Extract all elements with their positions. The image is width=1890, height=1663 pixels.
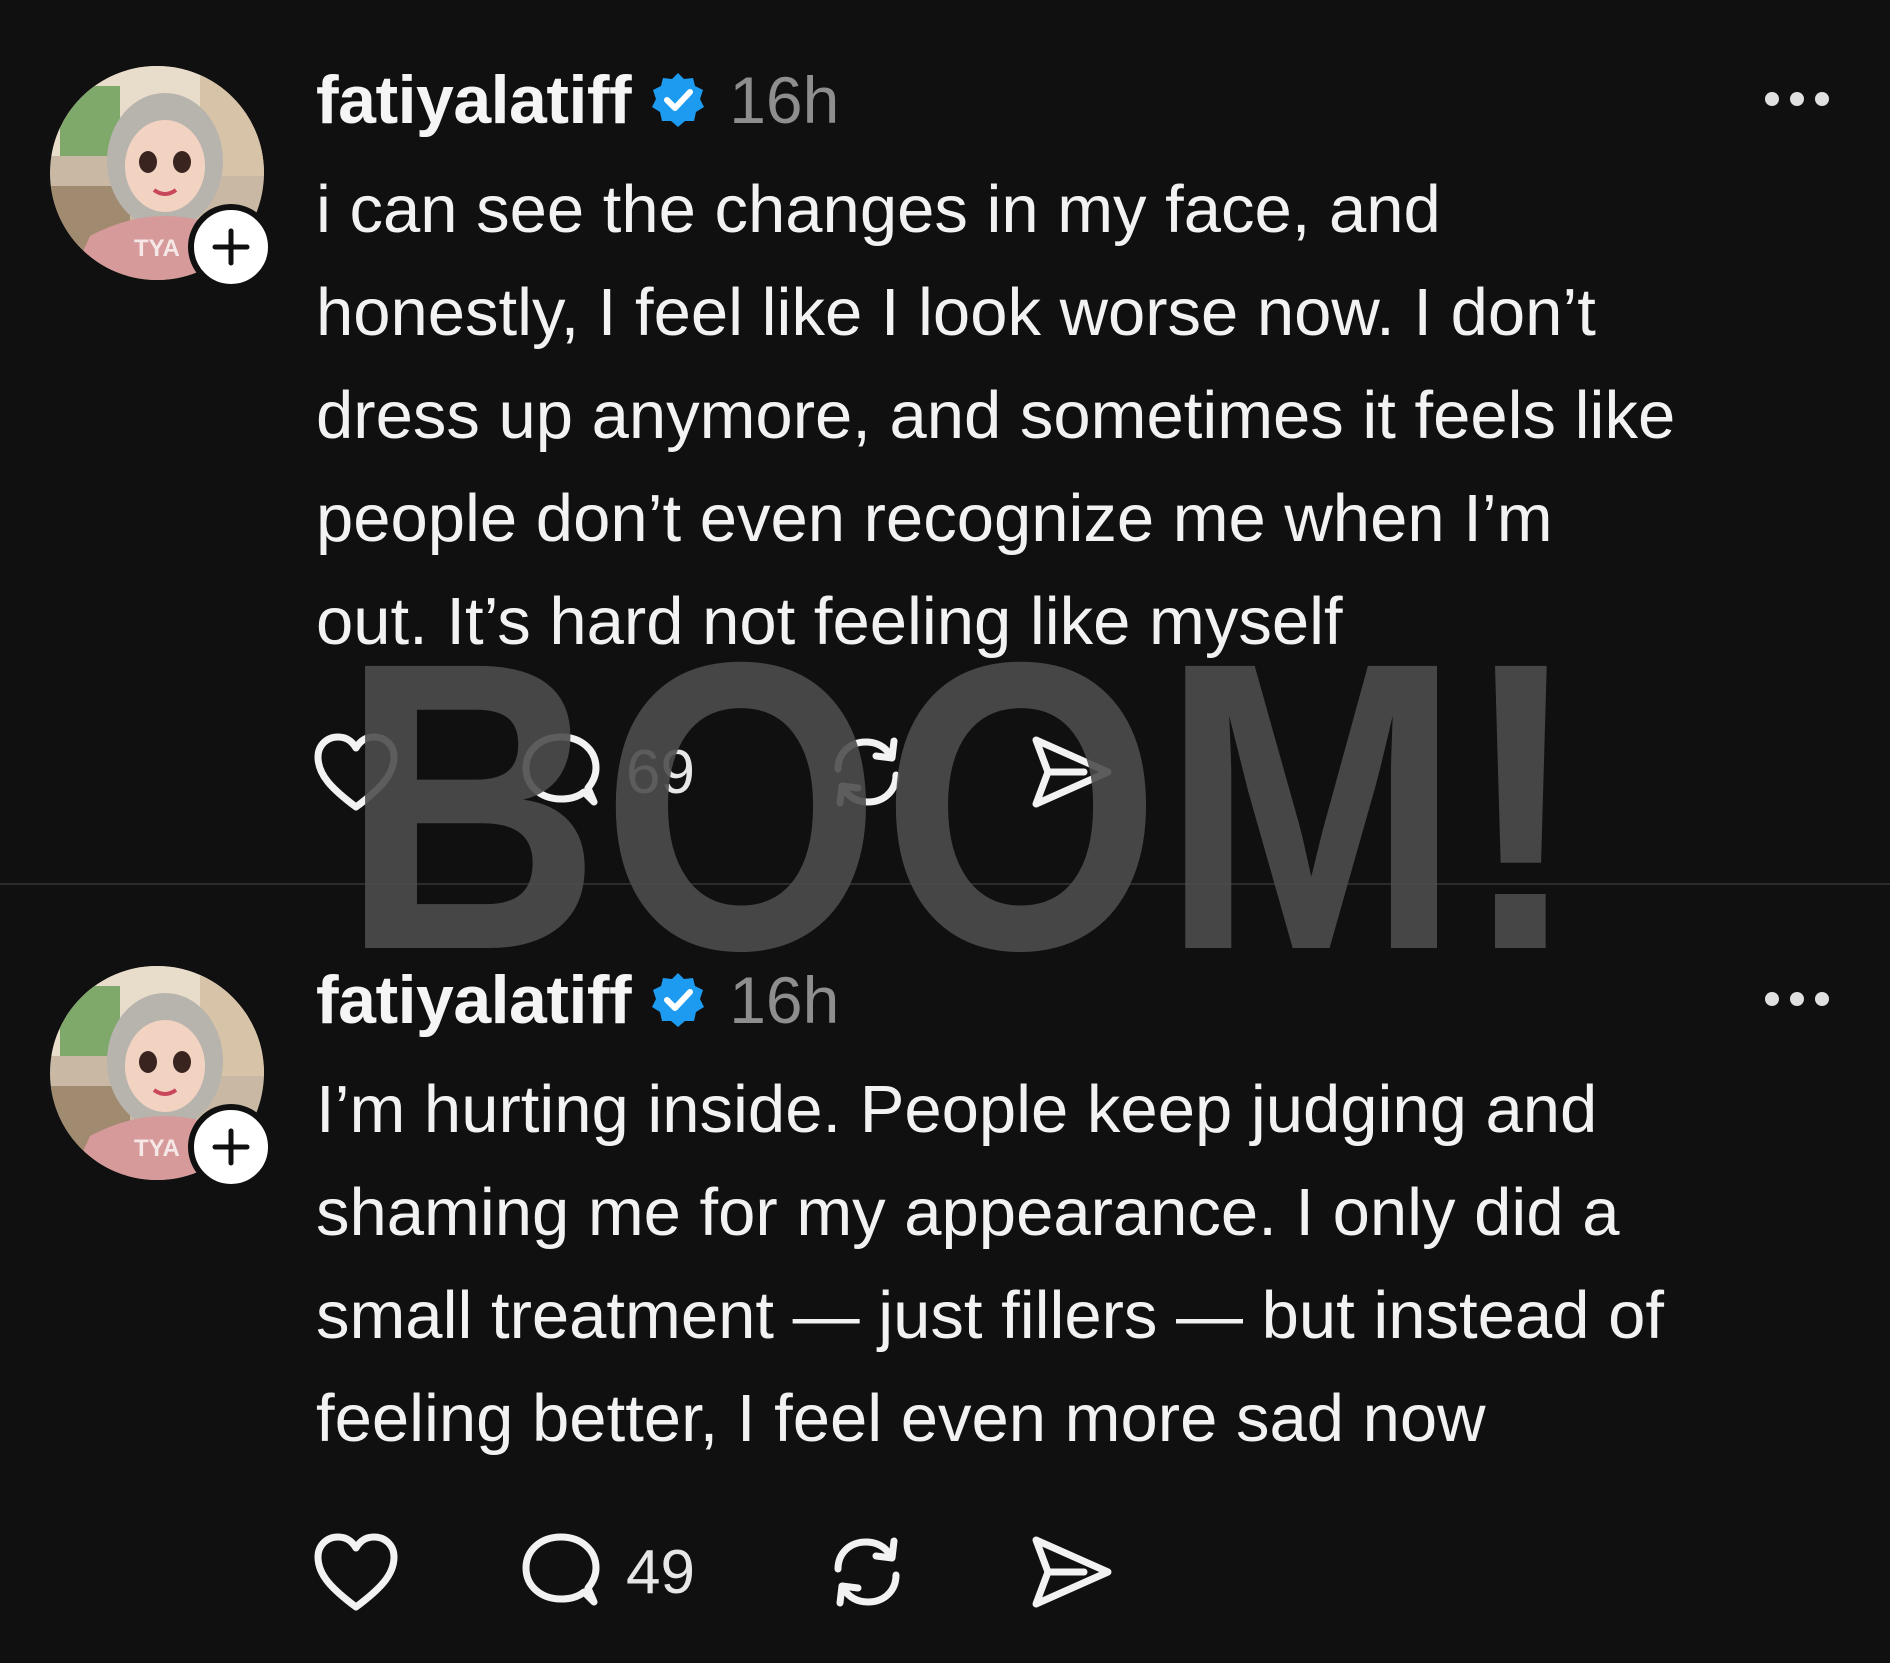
plus-icon — [212, 228, 250, 266]
like-button[interactable] — [312, 1530, 518, 1614]
avatar-container: TYA — [50, 66, 274, 296]
repost-button[interactable] — [824, 730, 1028, 814]
comment-button[interactable]: 49 — [518, 1530, 824, 1614]
more-icon[interactable] — [1762, 84, 1832, 114]
heart-icon — [314, 1533, 398, 1611]
post-text: I’m hurting inside. People keep judging … — [316, 1072, 1664, 1456]
post-text: i can see the changes in my face, and ho… — [316, 172, 1676, 659]
thread-post[interactable]: TYA fatiyalatiff 16h I’m hurting inside.… — [0, 900, 1890, 1663]
avatar-container: TYA — [50, 966, 274, 1196]
action-bar: 69 — [312, 730, 1114, 814]
repost-icon — [834, 1537, 900, 1607]
plus-icon — [212, 1128, 250, 1166]
like-button[interactable] — [312, 730, 518, 814]
follow-button[interactable] — [188, 204, 274, 290]
action-bar: 49 — [312, 1530, 1114, 1614]
share-icon — [1032, 736, 1112, 808]
comment-button[interactable]: 69 — [518, 730, 824, 814]
share-button[interactable] — [1028, 1530, 1114, 1614]
verified-icon — [649, 971, 707, 1029]
post-divider — [0, 883, 1890, 885]
post-time: 16h — [729, 963, 840, 1037]
comment-count: 49 — [626, 1537, 695, 1607]
svg-text:TYA: TYA — [134, 1135, 180, 1162]
heart-icon — [314, 733, 398, 811]
comment-icon — [522, 733, 600, 806]
verified-icon — [649, 71, 707, 129]
follow-button[interactable] — [188, 1104, 274, 1190]
comment-count: 69 — [626, 737, 695, 807]
thread-post[interactable]: TYA fatiyalatiff 16h i can see the chang… — [0, 0, 1890, 883]
post-time: 16h — [729, 63, 840, 137]
repost-button[interactable] — [824, 1530, 1028, 1614]
comment-icon — [522, 1533, 600, 1606]
repost-icon — [834, 737, 900, 807]
username[interactable]: fatiyalatiff — [316, 61, 632, 139]
share-icon — [1032, 1536, 1112, 1608]
more-icon[interactable] — [1762, 984, 1832, 1014]
username[interactable]: fatiyalatiff — [316, 961, 632, 1039]
post-header: fatiyalatiff 16h — [316, 58, 839, 142]
share-button[interactable] — [1028, 730, 1114, 814]
svg-text:TYA: TYA — [134, 235, 180, 262]
post-header: fatiyalatiff 16h — [316, 958, 839, 1042]
